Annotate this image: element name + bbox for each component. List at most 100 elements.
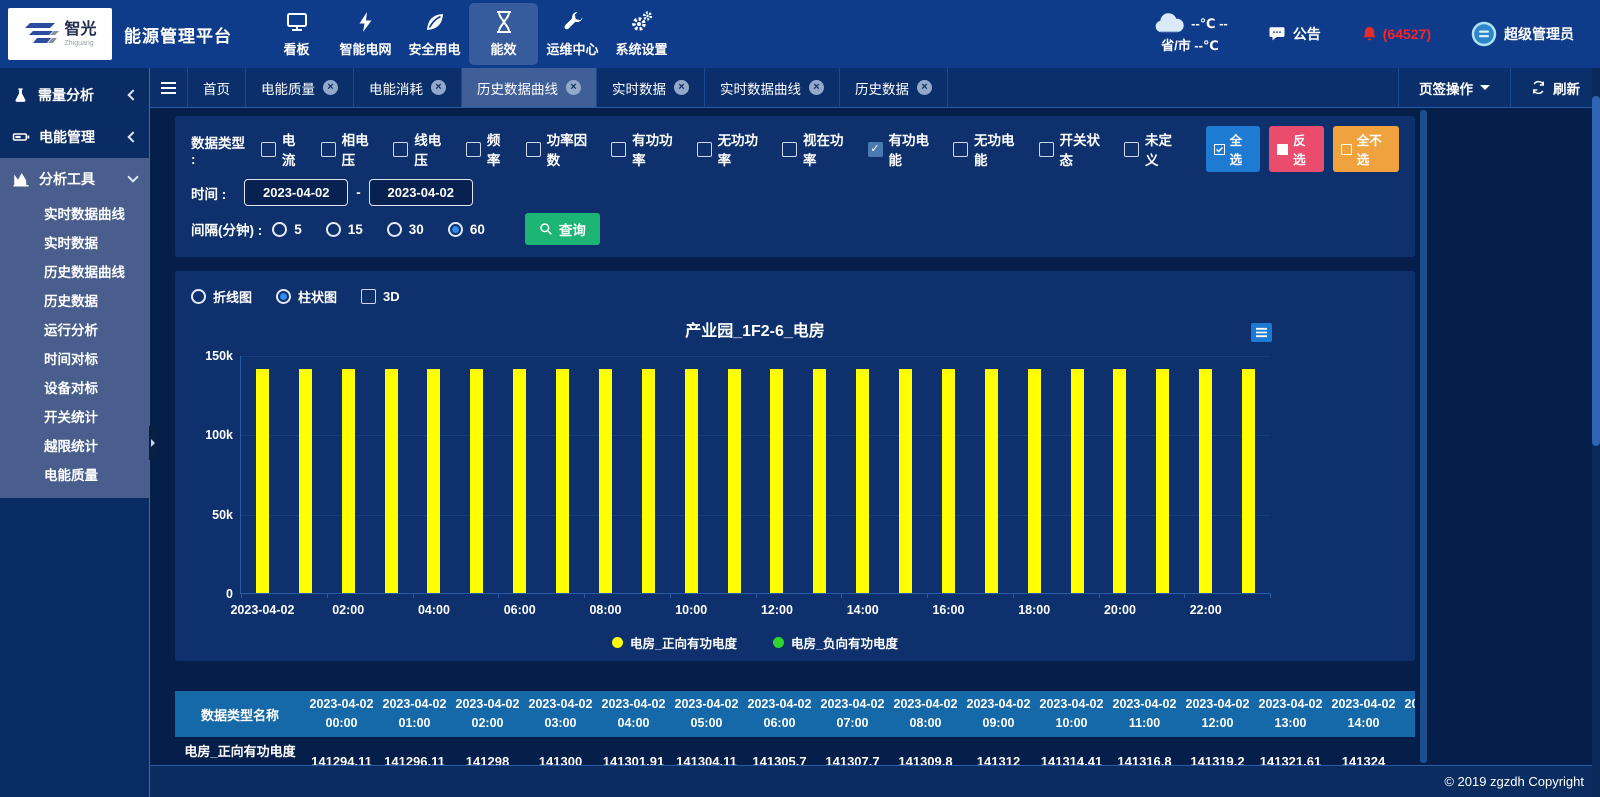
- legend-item-0[interactable]: 电房_正向有功电度: [612, 633, 737, 652]
- tab-0[interactable]: 首页: [188, 68, 246, 107]
- sidebar-group-2[interactable]: 分析工具: [0, 158, 149, 200]
- tab-4[interactable]: 实时数据×: [597, 68, 705, 107]
- tab-5[interactable]: 实时数据曲线×: [705, 68, 840, 107]
- query-button[interactable]: 查询: [525, 213, 600, 245]
- sidebar-group-0[interactable]: 需量分析: [0, 74, 149, 116]
- legend-item-1[interactable]: 电房_负向有功电度: [773, 633, 898, 652]
- tab-close-icon[interactable]: ×: [674, 80, 689, 95]
- chart-toolbox-button[interactable]: [1251, 323, 1272, 342]
- top-nav-item-2[interactable]: 安全用电: [400, 0, 469, 68]
- sidebar-item-6[interactable]: 设备对标: [0, 374, 149, 403]
- filter-checkbox-7[interactable]: 视在功率: [782, 129, 853, 169]
- table-column-header: 2023-04-0206:00: [743, 691, 816, 737]
- x-axis-tick: [498, 593, 499, 598]
- tab-close-icon[interactable]: ×: [917, 80, 932, 95]
- table-column-header: 2023-04-0211:00: [1108, 691, 1181, 737]
- tab-close-icon[interactable]: ×: [431, 80, 446, 95]
- top-nav-item-1[interactable]: 智能电网: [331, 0, 400, 68]
- notification-button[interactable]: (64527): [1361, 25, 1431, 43]
- filter-checkbox-4[interactable]: 功率因数: [526, 129, 597, 169]
- filter-checkbox-9[interactable]: 无功电能: [953, 129, 1024, 169]
- page-scrollbar-thumb[interactable]: [1592, 96, 1600, 446]
- table-column-header: 2023-04-0202:00: [451, 691, 524, 737]
- column-date: 2023-04-02: [1181, 695, 1254, 714]
- sidebar-collapse-handle[interactable]: [149, 426, 157, 460]
- tab-operations-dropdown[interactable]: 页签操作: [1398, 68, 1510, 107]
- sidebar-item-5[interactable]: 时间对标: [0, 345, 149, 374]
- tabs: 首页电能质量×电能消耗×历史数据曲线×实时数据×实时数据曲线×历史数据×: [188, 68, 948, 107]
- cloud-icon: [1152, 11, 1186, 36]
- chart-type-option-0[interactable]: 折线图: [191, 287, 252, 306]
- bar: [642, 369, 655, 593]
- filter-button-1[interactable]: 反选: [1269, 126, 1324, 172]
- value-cell: 141319.2: [1181, 737, 1254, 765]
- tab-close-icon[interactable]: ×: [809, 80, 824, 95]
- filter-button-2[interactable]: 全不选: [1333, 126, 1399, 172]
- filter-checkbox-1[interactable]: 相电压: [321, 129, 380, 169]
- filter-checkbox-2[interactable]: 线电压: [393, 129, 452, 169]
- legend-dot: [773, 637, 784, 648]
- sidebar-item-1[interactable]: 实时数据: [0, 229, 149, 258]
- tab-label: 历史数据曲线: [477, 78, 558, 98]
- top-nav-item-0[interactable]: 看板: [262, 0, 331, 68]
- top-nav-item-3[interactable]: 能效: [469, 3, 538, 65]
- interval-radio-1[interactable]: 15: [326, 222, 363, 237]
- chart-type-option-1[interactable]: 柱状图: [276, 287, 337, 306]
- interval-label: 间隔(分钟) :: [191, 219, 262, 239]
- sidebar-group-1[interactable]: 电能管理: [0, 116, 149, 158]
- filter-checkbox-8[interactable]: ✓有功电能: [868, 129, 939, 169]
- value-cell: 141305.7: [743, 737, 816, 765]
- tab-close-icon[interactable]: ×: [323, 80, 338, 95]
- refresh-button[interactable]: 刷新: [1510, 68, 1600, 107]
- sidebar-item-0[interactable]: 实时数据曲线: [0, 200, 149, 229]
- sidebar-item-3[interactable]: 历史数据: [0, 287, 149, 316]
- tab-3[interactable]: 历史数据曲线 ×: [462, 68, 597, 107]
- x-axis-tick: [1013, 593, 1014, 598]
- interval-radio-2[interactable]: 30: [387, 222, 424, 237]
- sidebar-item-2[interactable]: 历史数据曲线: [0, 258, 149, 287]
- weather-region: 省/市 --℃: [1152, 36, 1228, 56]
- filter-checkbox-0[interactable]: 电流: [261, 129, 307, 169]
- sidebar-item-8[interactable]: 越限统计: [0, 432, 149, 461]
- tab-6[interactable]: 历史数据×: [840, 68, 948, 107]
- sidebar-item-4[interactable]: 运行分析: [0, 316, 149, 345]
- chevron-left-icon: [127, 89, 138, 100]
- x-axis-tick-label: 18:00: [1018, 603, 1050, 617]
- top-nav-item-5[interactable]: 系统设置: [607, 0, 676, 68]
- sidebar-item-9[interactable]: 电能质量: [0, 461, 149, 490]
- bar: [813, 369, 826, 593]
- interval-radio-3[interactable]: 60: [448, 222, 485, 237]
- filter-checkbox-11[interactable]: 未定义: [1124, 129, 1183, 169]
- tab-2[interactable]: 电能消耗×: [354, 68, 462, 107]
- filter-button-0[interactable]: 全选: [1206, 126, 1261, 172]
- page-scrollbar[interactable]: [1592, 68, 1600, 797]
- content-scrollbar[interactable]: [1420, 110, 1427, 763]
- column-date: 2023-04-02: [1400, 695, 1415, 714]
- radio-label: 15: [348, 222, 363, 237]
- tab-close-icon[interactable]: ×: [566, 80, 581, 95]
- filter-checkbox-6[interactable]: 无功功率: [697, 129, 768, 169]
- bar-series: [241, 356, 1270, 593]
- filter-checkbox-3[interactable]: 频率: [466, 129, 512, 169]
- date-to-input[interactable]: [369, 179, 473, 206]
- x-axis-tick-label: 16:00: [932, 603, 964, 617]
- hamburger-menu-icon[interactable]: [150, 68, 188, 107]
- table-column-header: 2023-04-0213:00: [1254, 691, 1327, 737]
- chart-type-option-2[interactable]: 3D: [361, 289, 400, 304]
- column-date: 2023-04-02: [597, 695, 670, 714]
- user-menu[interactable]: 超级管理员: [1471, 21, 1574, 47]
- filter-checkbox-5[interactable]: 有功功率: [611, 129, 682, 169]
- weather-temp: --℃ --: [1191, 14, 1228, 34]
- filter-checkbox-10[interactable]: 开关状态: [1039, 129, 1110, 169]
- table-column-header: 2023-04-0201:00: [378, 691, 451, 737]
- checkbox-icon: [466, 142, 481, 157]
- interval-radio-0[interactable]: 5: [272, 222, 302, 237]
- announcement-button[interactable]: 公告: [1268, 24, 1321, 44]
- tab-1[interactable]: 电能质量×: [246, 68, 354, 107]
- column-date: 2023-04-02: [1108, 695, 1181, 714]
- date-from-input[interactable]: [244, 179, 348, 206]
- sidebar-item-7[interactable]: 开关统计: [0, 403, 149, 432]
- time-row: 时间 : -: [191, 179, 1399, 206]
- checkbox-label: 未定义: [1145, 129, 1183, 169]
- top-nav-item-4[interactable]: 运维中心: [538, 0, 607, 68]
